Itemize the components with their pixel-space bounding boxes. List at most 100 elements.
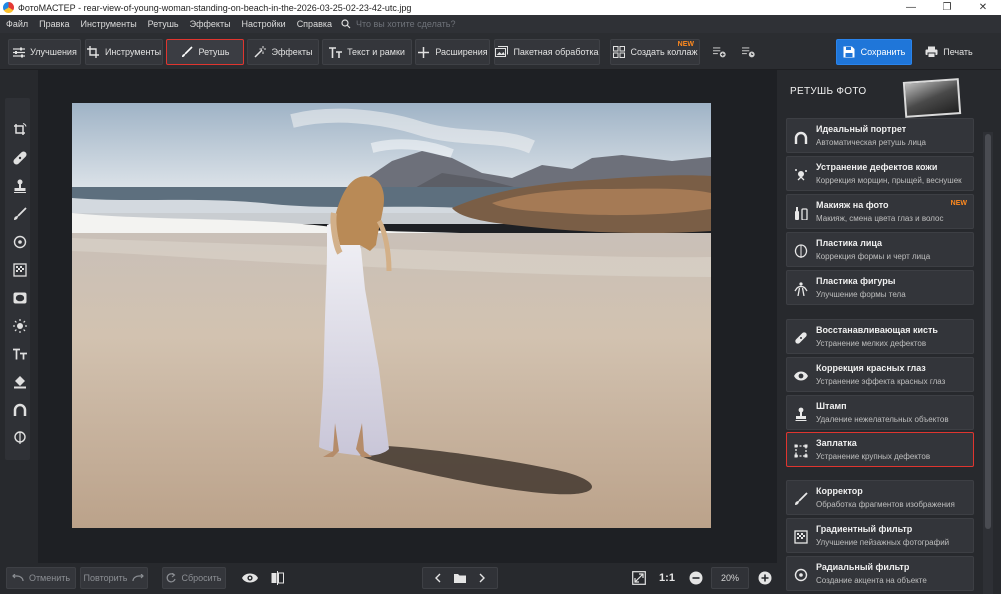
main-toolbar: Улучшения Инструменты Ретушь Эффекты Тек… <box>0 33 1001 70</box>
retouch-item-patch[interactable]: Заплатка Устранение крупных дефектов <box>786 432 974 467</box>
heal-brush-icon <box>793 330 808 345</box>
magnet-icon[interactable] <box>10 400 30 420</box>
retouch-item-title: Градиентный фильтр <box>816 524 913 534</box>
batch-processing-button[interactable]: Пакетная обработка <box>494 39 600 65</box>
retouch-item-stamp[interactable]: Штамп Удаление нежелательных объектов <box>786 395 974 430</box>
panel-title: РЕТУШЬ ФОТО <box>790 86 867 97</box>
panel-header: РЕТУШЬ ФОТО <box>779 70 1001 118</box>
print-button[interactable]: Печать <box>918 39 980 65</box>
menu-tools[interactable]: Инструменты <box>75 19 142 29</box>
tab-effects-label: Эффекты <box>271 47 313 57</box>
gradient-icon <box>793 529 808 544</box>
undo-button[interactable]: Отменить <box>6 567 76 589</box>
menu-settings[interactable]: Настройки <box>236 19 291 29</box>
text-tool-icon[interactable] <box>10 344 30 364</box>
retouch-item-face-shape[interactable]: Пластика лица Коррекция формы и черт лица <box>786 232 974 267</box>
heal-icon[interactable] <box>10 148 30 168</box>
radial-filter-icon[interactable] <box>10 232 30 252</box>
retouch-item-title: Идеальный портрет <box>816 124 907 134</box>
open-folder-icon[interactable] <box>454 573 466 583</box>
retouch-item-portrait[interactable]: Идеальный портрет Автоматическая ретушь л… <box>786 118 974 153</box>
save-button[interactable]: Сохранить <box>836 39 912 65</box>
gradient-filter-icon[interactable] <box>10 260 30 280</box>
corrector-icon <box>793 491 808 506</box>
previous-file-button[interactable] <box>427 573 449 583</box>
print-label: Печать <box>943 47 973 57</box>
eye-icon <box>242 573 258 583</box>
retouch-item-description: Удаление нежелательных объектов <box>816 415 949 424</box>
retouch-item-figure[interactable]: Пластика фигуры Улучшение формы тела <box>786 270 974 305</box>
menu-help[interactable]: Справка <box>291 19 337 29</box>
command-search[interactable]: Что вы хотите сделать? <box>341 19 456 29</box>
photomaster-window: ФотоМАСТЕР - rear-view-of-young-woman-st… <box>0 0 1001 594</box>
maximize-button[interactable]: ❐ <box>929 2 965 13</box>
file-navigation <box>422 567 498 589</box>
brush-icon <box>181 46 194 59</box>
close-button[interactable]: ✕ <box>965 2 1001 13</box>
minimize-button[interactable]: — <box>893 2 929 13</box>
actual-size-button[interactable]: 1:1 <box>654 567 680 589</box>
retouch-item-description: Коррекция морщин, прыщей, веснушек <box>816 176 962 185</box>
retouch-item-title: Заплатка <box>816 438 857 448</box>
tab-effects[interactable]: Эффекты <box>247 39 319 65</box>
zoom-level[interactable]: 20% <box>711 567 749 589</box>
vignette-icon[interactable] <box>10 288 30 308</box>
tab-enhance[interactable]: Улучшения <box>8 39 81 65</box>
redo-button[interactable]: Повторить <box>80 567 148 589</box>
search-icon <box>341 19 351 29</box>
crop-rotate-icon[interactable] <box>10 120 30 140</box>
retouch-item-heal-brush[interactable]: Восстанавливающая кисть Устранение мелких… <box>786 319 974 354</box>
list-add-icon <box>712 46 726 59</box>
reset-button[interactable]: Сбросить <box>162 567 226 589</box>
fit-to-screen-button[interactable] <box>628 567 650 589</box>
retouch-item-description: Улучшение пейзажных фотографий <box>816 538 950 547</box>
plastic-icon[interactable] <box>10 428 30 448</box>
retouch-item-title: Пластика фигуры <box>816 276 896 286</box>
presets-add-button[interactable] <box>707 39 731 65</box>
search-placeholder[interactable]: Что вы хотите сделать? <box>356 19 456 29</box>
minus-circle-icon <box>689 571 703 585</box>
light-icon[interactable] <box>10 316 30 336</box>
face-shape-icon <box>793 243 808 258</box>
retouch-item-description: Обработка фрагментов изображения <box>816 500 955 509</box>
menu-retouch[interactable]: Ретушь <box>142 19 184 29</box>
beach-photo[interactable] <box>72 103 711 528</box>
stamp-icon[interactable] <box>10 176 30 196</box>
patch-icon <box>793 443 808 458</box>
menu-effects[interactable]: Эффекты <box>184 19 236 29</box>
brush-tool-icon[interactable] <box>10 204 30 224</box>
zoom-out-button[interactable] <box>686 567 706 589</box>
retouch-item-skin[interactable]: Устранение дефектов кожи Коррекция морщин… <box>786 156 974 191</box>
batch-icon <box>495 46 509 59</box>
presets-history-button[interactable] <box>736 39 760 65</box>
collage-label: Создать коллаж <box>630 47 698 57</box>
skin-icon <box>793 167 808 182</box>
app-logo-icon <box>3 2 14 13</box>
retouch-item-corrector[interactable]: Корректор Обработка фрагментов изображени… <box>786 480 974 515</box>
menu-bar: Файл Правка Инструменты Ретушь Эффекты Н… <box>0 15 1001 33</box>
tab-extensions[interactable]: Расширения <box>415 39 490 65</box>
compare-icon <box>271 571 284 585</box>
create-collage-button[interactable]: Создать коллаж NEW <box>610 39 700 65</box>
panel-scrollbar[interactable] <box>983 132 993 594</box>
collage-new-badge: NEW <box>677 41 694 48</box>
next-file-button[interactable] <box>471 573 493 583</box>
tab-tools[interactable]: Инструменты <box>85 39 163 65</box>
fill-icon[interactable] <box>10 372 30 392</box>
zoom-in-button[interactable] <box>755 567 775 589</box>
collage-icon <box>612 46 625 59</box>
floppy-disk-icon <box>843 46 856 59</box>
tab-text-frames[interactable]: Текст и рамки <box>322 39 412 65</box>
retouch-item-radial[interactable]: Радиальный фильтр Создание акцента на объ… <box>786 556 974 591</box>
retouch-item-eye[interactable]: Коррекция красных глаз Устранение эффекта… <box>786 357 974 392</box>
menu-edit[interactable]: Правка <box>33 19 74 29</box>
preview-toggle-button[interactable] <box>238 567 262 589</box>
retouch-item-makeup[interactable]: Макияж на фото Макияж, смена цвета глаз и… <box>786 194 974 229</box>
scrollbar-thumb[interactable] <box>985 134 991 529</box>
left-tool-strip <box>5 98 30 460</box>
compare-button[interactable] <box>266 567 288 589</box>
tab-tools-label: Инструменты <box>104 47 162 57</box>
menu-file[interactable]: Файл <box>0 19 33 29</box>
tab-retouch[interactable]: Ретушь <box>166 39 244 65</box>
retouch-item-gradient[interactable]: Градиентный фильтр Улучшение пейзажных фо… <box>786 518 974 553</box>
